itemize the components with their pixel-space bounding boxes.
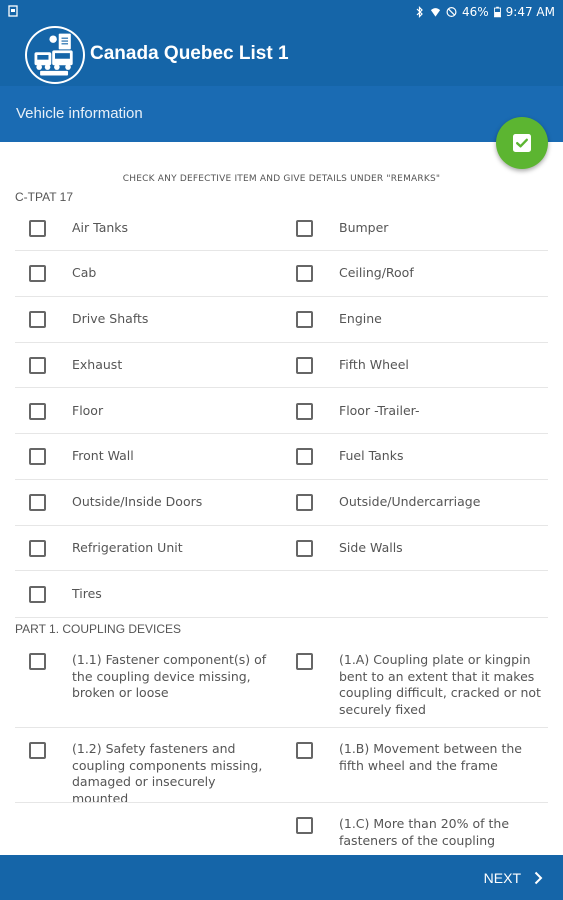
checkbox[interactable] bbox=[296, 494, 313, 511]
checklist-item-label: (1.2) Safety fasteners and coupling comp… bbox=[72, 741, 263, 806]
row-divider bbox=[15, 524, 283, 526]
checkbox[interactable] bbox=[296, 448, 313, 466]
group-title-coupling-devices: PART 1. COUPLING DEVICES bbox=[15, 622, 182, 636]
truck-checklist-logo bbox=[25, 26, 85, 84]
notification-icon bbox=[8, 5, 18, 17]
bluetooth-icon bbox=[416, 6, 423, 18]
row-divider bbox=[282, 341, 548, 343]
checkbox[interactable] bbox=[29, 653, 46, 670]
save-fab-button[interactable] bbox=[496, 117, 548, 169]
clock: 9:47 AM bbox=[505, 5, 555, 19]
checkbox[interactable] bbox=[29, 356, 46, 374]
checklist-item-label: Cab bbox=[72, 265, 97, 281]
section-title: Vehicle information bbox=[16, 105, 143, 122]
row-divider bbox=[15, 250, 283, 251]
checkbox[interactable] bbox=[29, 448, 46, 466]
checklist-item-label: Ceiling/Roof bbox=[339, 265, 414, 281]
checkbox[interactable] bbox=[296, 539, 313, 557]
row-divider bbox=[282, 295, 548, 297]
checklist-item-label: Engine bbox=[339, 311, 382, 326]
status-icons: 46% 9:47 AM bbox=[414, 5, 555, 19]
checkbox[interactable] bbox=[29, 742, 46, 759]
checklist-item-label: Floor bbox=[72, 402, 104, 418]
checklist-item-label: Fuel Tanks bbox=[339, 448, 404, 464]
checkbox[interactable] bbox=[29, 494, 46, 511]
wifi-icon bbox=[430, 8, 441, 17]
checkbox[interactable] bbox=[296, 653, 313, 670]
checkbox[interactable] bbox=[29, 402, 46, 420]
row-divider bbox=[15, 295, 283, 297]
row-divider bbox=[15, 727, 283, 728]
checklist-item-label: Outside/Undercarriage bbox=[339, 494, 481, 509]
row-divider bbox=[282, 570, 548, 572]
row-divider bbox=[15, 802, 283, 803]
row-divider bbox=[15, 341, 283, 343]
checklist-item-label: Outside/Inside Doors bbox=[72, 494, 203, 509]
checkbox[interactable] bbox=[29, 539, 46, 557]
status-bar: 46% 9:47 AM bbox=[0, 0, 563, 26]
row-divider bbox=[282, 433, 548, 434]
checkbox[interactable] bbox=[296, 356, 313, 374]
checkbox[interactable] bbox=[29, 311, 46, 328]
row-divider bbox=[15, 433, 283, 434]
row-divider bbox=[282, 524, 548, 526]
checklist-item-label: Air Tanks bbox=[72, 219, 129, 235]
checkbox[interactable] bbox=[296, 311, 313, 328]
checkbox[interactable] bbox=[296, 219, 313, 237]
bottom-bar: NEXT bbox=[0, 855, 563, 900]
app-bar: Canada Quebec List 1 bbox=[0, 26, 563, 86]
checklist-item-label: Bumper bbox=[339, 219, 389, 235]
next-button[interactable]: NEXT bbox=[484, 855, 543, 900]
battery-icon bbox=[493, 6, 501, 18]
chevron-right-icon bbox=[534, 871, 543, 884]
checklist-item-label: Fifth Wheel bbox=[339, 356, 409, 372]
checkbox[interactable] bbox=[296, 742, 313, 759]
checkbox[interactable] bbox=[29, 585, 46, 603]
do-not-disturb-icon bbox=[446, 7, 457, 17]
checklist-item-label: (1.B) Movement between the fifth wheel a… bbox=[339, 741, 522, 773]
row-divider bbox=[282, 250, 548, 251]
checkbox[interactable] bbox=[296, 402, 313, 420]
checklist-item-label: Tires bbox=[72, 585, 102, 601]
checklist-item-label: (1.A) Coupling plate or kingpin bent to … bbox=[339, 652, 541, 717]
checklist-item-label: Floor -Trailer- bbox=[339, 402, 420, 418]
checkbox[interactable] bbox=[29, 219, 46, 237]
row-divider bbox=[15, 570, 283, 572]
checkbox[interactable] bbox=[296, 265, 313, 283]
row-divider bbox=[282, 727, 548, 728]
section-divider bbox=[15, 617, 548, 618]
next-label: NEXT bbox=[483, 869, 521, 886]
checklist-item-label: Refrigeration Unit bbox=[72, 539, 183, 555]
check-square-icon bbox=[513, 134, 531, 152]
row-divider bbox=[15, 478, 283, 480]
instructions-text: CHECK ANY DEFECTIVE ITEM AND GIVE DETAIL… bbox=[122, 174, 441, 184]
battery-percent: 46% bbox=[462, 5, 489, 19]
section-header: Vehicle information bbox=[0, 86, 563, 142]
checklist-item-label: Drive Shafts bbox=[72, 311, 149, 326]
checklist-item-label: Side Walls bbox=[339, 539, 403, 555]
checklist-item-label: Exhaust bbox=[72, 356, 123, 372]
checklist-content[interactable]: CHECK ANY DEFECTIVE ITEM AND GIVE DETAIL… bbox=[0, 142, 563, 855]
checkbox[interactable] bbox=[29, 265, 46, 283]
checklist-item-label: Front Wall bbox=[72, 448, 134, 464]
group-title-ctpat: C-TPAT 17 bbox=[15, 190, 74, 204]
checklist-item-label: (1.C) More than 20% of the fasteners of … bbox=[339, 816, 510, 848]
checklist-item-label: (1.1) Fastener component(s) of the coupl… bbox=[72, 652, 267, 700]
row-divider bbox=[282, 802, 548, 803]
row-divider bbox=[282, 478, 548, 480]
row-divider bbox=[15, 387, 283, 389]
row-divider bbox=[282, 387, 548, 389]
checkbox[interactable] bbox=[296, 817, 313, 834]
app-title: Canada Quebec List 1 bbox=[90, 43, 289, 64]
